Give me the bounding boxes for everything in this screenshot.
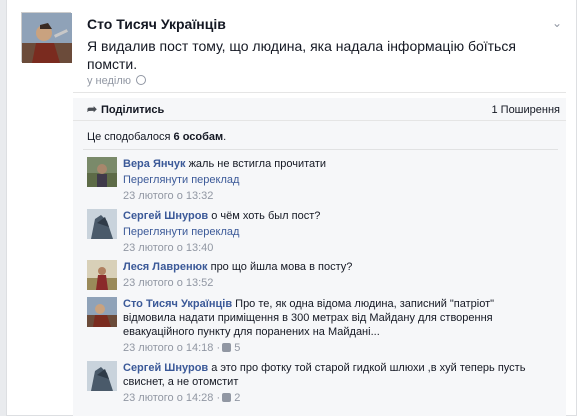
comment-author[interactable]: Леся Лавренюк	[123, 261, 208, 273]
comment-body: Сто Тисяч Українців Про те, як одна відо…	[123, 297, 543, 355]
comment-author[interactable]: Сергей Шнуров	[123, 210, 208, 222]
post-time[interactable]: у неділю	[87, 75, 131, 87]
share-icon: ➦	[87, 102, 98, 116]
share-label: Поділитись	[101, 104, 165, 116]
comment-time[interactable]: 23 лютого о 13:40	[123, 241, 543, 255]
comment-time[interactable]: 23 лютого о 13:32	[123, 189, 543, 203]
comment-like-count[interactable]: 5	[234, 342, 240, 354]
avatar[interactable]	[87, 157, 117, 187]
thumbs-up-icon	[222, 393, 232, 402]
likes-suffix: .	[223, 131, 227, 143]
post-text: Я видалив пост тому, що людина, яка нада…	[87, 38, 516, 72]
page-avatar[interactable]	[21, 12, 72, 63]
post-header: Сто Тисяч Українців ⌄ Я видалив пост том…	[21, 12, 566, 92]
comment-time[interactable]: 23 лютого о 14:28 ·	[123, 392, 220, 404]
page-name[interactable]: Сто Тисяч Українців	[87, 16, 226, 32]
comment-like-count[interactable]: 2	[234, 392, 240, 404]
comment-text: про що йшла мова в посту?	[210, 261, 353, 273]
comment-time[interactable]: 23 лютого о 13:52	[123, 276, 543, 290]
share-button[interactable]: ➦ Поділитись	[87, 102, 164, 116]
avatar[interactable]	[87, 209, 117, 239]
likes-prefix: Це сподобалося	[87, 131, 171, 143]
divider	[73, 92, 566, 93]
post-actions-bar: ➦ Поділитись 1 Поширення	[73, 98, 566, 120]
avatar[interactable]	[87, 297, 117, 327]
comment-body: Вера Янчук жаль не встигла прочитати Пер…	[123, 157, 543, 203]
post-card: Сто Тисяч Українців ⌄ Я видалив пост том…	[6, 0, 577, 416]
comment-author[interactable]: Вера Янчук	[123, 158, 186, 170]
avatar[interactable]	[87, 361, 117, 391]
comment-meta: 23 лютого о 14:28 · 2	[123, 391, 543, 405]
avatar-image	[22, 13, 72, 63]
comment-text: жаль не встигла прочитати	[188, 158, 327, 170]
comment-body: Сергей Шнуров а это про фотку той старой…	[123, 361, 543, 405]
translate-link[interactable]: Переглянути переклад	[123, 173, 543, 187]
likes-count-link[interactable]: 6 особам	[174, 131, 224, 143]
comment-text: о чём хоть был пост?	[211, 210, 321, 222]
comment-author[interactable]: Сто Тисяч Українців	[123, 298, 232, 310]
avatar[interactable]	[87, 260, 117, 290]
comment-meta: 23 лютого о 14:18 · 5	[123, 341, 543, 355]
translate-link[interactable]: Переглянути переклад	[123, 225, 543, 239]
comment-author[interactable]: Сергей Шнуров	[123, 362, 208, 374]
thumbs-up-icon	[222, 343, 232, 352]
divider	[83, 149, 558, 150]
post-meta: у неділю	[87, 75, 147, 87]
likes-summary: Це сподобалося 6 особам.	[87, 131, 226, 143]
comment-body: Сергей Шнуров о чём хоть был пост? Перег…	[123, 209, 543, 255]
chevron-down-icon[interactable]: ⌄	[552, 16, 562, 30]
share-count[interactable]: 1 Поширення	[491, 104, 560, 116]
comment-time[interactable]: 23 лютого о 14:18 ·	[123, 342, 220, 354]
globe-icon[interactable]	[136, 75, 147, 85]
feedback-area: Це сподобалося 6 особам. Вера Янчук жаль…	[73, 120, 566, 416]
comment-body: Леся Лавренюк про що йшла мова в посту? …	[123, 260, 543, 290]
